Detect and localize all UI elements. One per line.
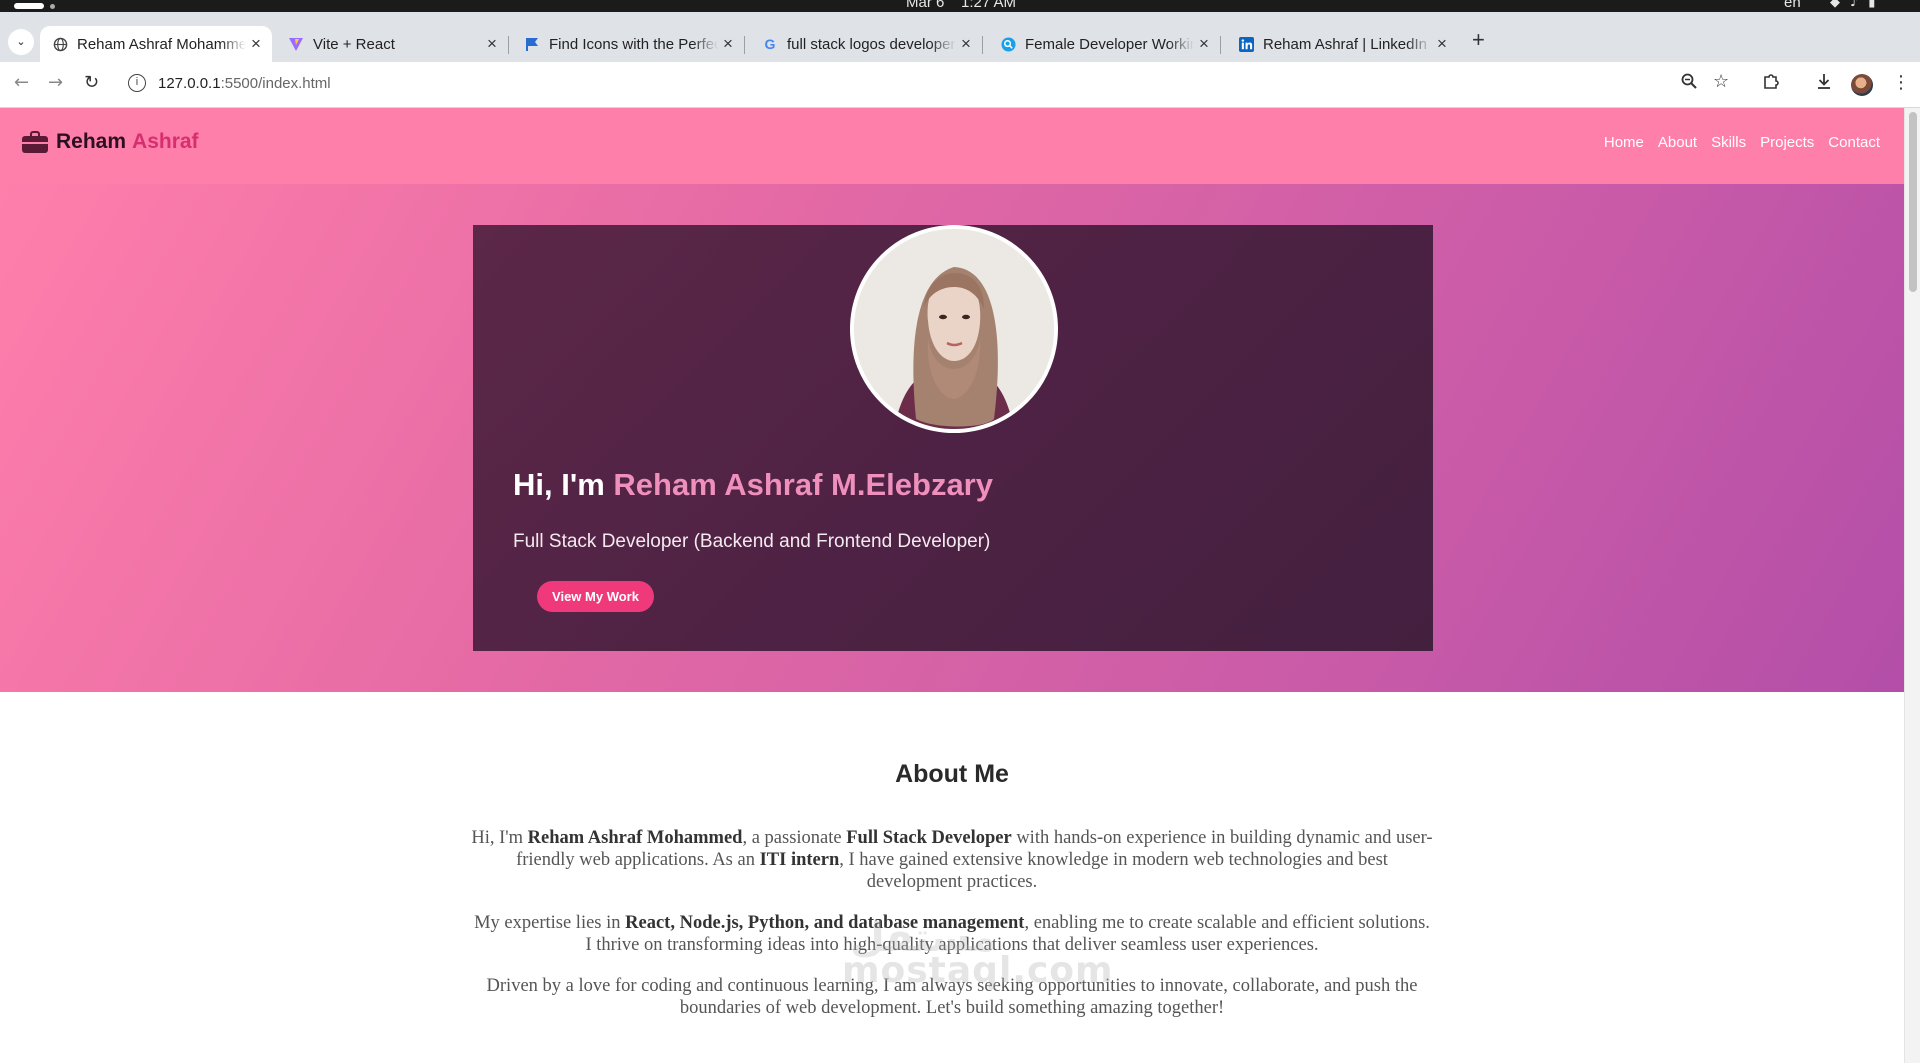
tab-title: Female Developer Working (1025, 35, 1194, 53)
browser-tab-strip: ⌄ Reham Ashraf Mohammed × Vite + React ×… (0, 12, 1920, 62)
site-nav: Home About Skills Projects Contact (1604, 134, 1880, 151)
globe-icon (52, 36, 68, 52)
hero-card: Hi, I'm Reham Ashraf M.Elebzary Full Sta… (473, 225, 1433, 651)
download-icon[interactable] (1815, 72, 1833, 95)
url-path: :5500/index.html (220, 75, 331, 92)
tab-separator (982, 36, 983, 54)
nav-link-projects[interactable]: Projects (1760, 134, 1814, 151)
scrollbar-thumb[interactable] (1909, 112, 1917, 292)
brand-last-name: Ashraf (132, 130, 199, 153)
workspace-dot (50, 4, 55, 9)
site-brand[interactable]: Reham Ashraf (22, 130, 199, 154)
profile-avatar[interactable] (1851, 74, 1873, 96)
tab-search-chevron-icon[interactable]: ⌄ (8, 29, 34, 55)
browser-toolbar: ← → ↻ i 127.0.0.1:5500/index.html ☆ ⋮ (0, 62, 1920, 108)
vite-icon (288, 36, 304, 52)
site-navbar: Reham Ashraf Home About Skills Projects C… (0, 108, 1904, 184)
extensions-puzzle-icon[interactable] (1762, 72, 1780, 95)
forward-arrow-icon[interactable]: → (48, 72, 63, 93)
tab-title: Reham Ashraf | LinkedIn (1263, 35, 1427, 53)
keyboard-layout[interactable]: en (1784, 0, 1801, 11)
os-date: Mar 6 (906, 0, 945, 11)
hero-greeting: Hi, I'm (513, 467, 605, 502)
about-text: My expertise lies in (474, 913, 626, 933)
brand-first-name: Reham (56, 130, 127, 153)
tab-title: Reham Ashraf Mohammed (77, 35, 246, 53)
power-icon: ▮ (1868, 0, 1886, 10)
tab-find-icons[interactable]: Find Icons with the Perfect Look × (512, 26, 745, 62)
hero-heading: Hi, I'm Reham Ashraf M.Elebzary (513, 467, 993, 503)
hero-subtitle: Full Stack Developer (Backend and Fronte… (513, 531, 991, 552)
flag-icon (524, 36, 540, 52)
briefcase-icon (22, 131, 48, 153)
kebab-menu-icon[interactable]: ⋮ (1892, 72, 1910, 93)
tab-linkedin[interactable]: Reham Ashraf | LinkedIn × (1226, 26, 1458, 62)
tab-title: Find Icons with the Perfect Look (549, 35, 718, 53)
tab-vite-react[interactable]: Vite + React × (276, 26, 509, 62)
close-tab-icon[interactable]: × (956, 34, 976, 54)
tab-separator (1220, 36, 1221, 54)
watermark: mostaql.com (842, 950, 1114, 991)
activities-indicator[interactable] (14, 3, 44, 9)
volume-icon: ♪ (1850, 0, 1869, 10)
os-time: 1:27 AM (961, 0, 1017, 11)
view-my-work-button[interactable]: View My Work (537, 581, 654, 612)
close-tab-icon[interactable]: × (246, 34, 266, 54)
os-top-bar: Mar 6 1:27 AM en ◆♪▮ (0, 0, 1920, 12)
tab-female-developer[interactable]: Female Developer Working × (988, 26, 1221, 62)
linkedin-icon (1238, 36, 1254, 52)
about-bold-iti: ITI intern (759, 850, 840, 870)
close-tab-icon[interactable]: × (482, 34, 502, 54)
close-tab-icon[interactable]: × (1432, 34, 1452, 54)
about-paragraph-1: Hi, I'm Reham Ashraf Mohammed, a passion… (470, 827, 1434, 893)
bookmark-star-icon[interactable]: ☆ (1713, 71, 1729, 92)
reload-icon[interactable]: ↻ (84, 72, 99, 93)
tab-portfolio[interactable]: Reham Ashraf Mohammed × (40, 26, 272, 62)
new-tab-plus-icon[interactable]: + (1472, 27, 1485, 53)
tab-separator (508, 36, 509, 54)
system-tray[interactable]: ◆♪▮ (1830, 0, 1885, 10)
google-icon: G (764, 36, 776, 52)
nav-link-skills[interactable]: Skills (1711, 134, 1746, 151)
about-section: About Me Hi, I'm Reham Ashraf Mohammed, … (0, 692, 1904, 1063)
close-tab-icon[interactable]: × (718, 34, 738, 54)
close-tab-icon[interactable]: × (1194, 34, 1214, 54)
about-heading: About Me (895, 760, 1009, 788)
os-clock[interactable]: Mar 6 1:27 AM (906, 0, 1016, 11)
tab-separator (744, 36, 745, 54)
back-arrow-icon[interactable]: ← (14, 72, 29, 93)
wifi-icon: ◆ (1830, 0, 1850, 10)
about-text: , I have gained extensive knowledge in m… (839, 850, 1388, 892)
nav-link-home[interactable]: Home (1604, 134, 1644, 151)
address-field[interactable]: 127.0.0.1:5500/index.html (158, 75, 331, 92)
zoom-icon[interactable] (1680, 72, 1698, 95)
site-info-icon[interactable]: i (128, 74, 146, 92)
about-bold-role: Full Stack Developer (846, 828, 1012, 848)
url-host: 127.0.0.1 (158, 75, 221, 92)
tab-google-search[interactable]: G full stack logos developer × (750, 26, 983, 62)
about-bold-name: Reham Ashraf Mohammed (527, 828, 743, 848)
tab-title: Vite + React (313, 35, 395, 53)
about-text: , a passionate (742, 828, 847, 848)
nav-link-contact[interactable]: Contact (1828, 134, 1880, 151)
tab-title: full stack logos developer (787, 35, 956, 53)
hero-section: Hi, I'm Reham Ashraf M.Elebzary Full Sta… (0, 184, 1904, 692)
about-text: Hi, I'm (471, 828, 528, 848)
nav-link-about[interactable]: About (1658, 134, 1697, 151)
profile-photo (850, 225, 1058, 433)
hero-name: Reham Ashraf M.Elebzary (613, 467, 993, 502)
search-circle-icon (1000, 36, 1016, 52)
page-scrollbar[interactable] (1904, 108, 1920, 1063)
